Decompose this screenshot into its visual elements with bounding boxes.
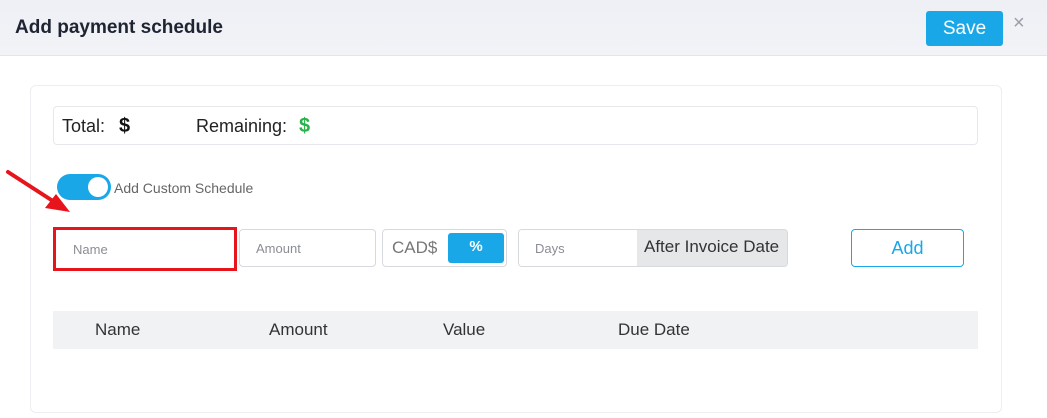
- name-input[interactable]: [56, 230, 234, 268]
- save-button[interactable]: Save: [926, 11, 1003, 46]
- close-icon[interactable]: ×: [1013, 13, 1029, 33]
- days-suffix-label: After Invoice Date: [637, 230, 787, 266]
- remaining-label: Remaining:: [196, 116, 288, 136]
- remaining-dollar-icon: $: [299, 115, 311, 137]
- modal-title: Add payment schedule: [15, 17, 223, 38]
- add-button[interactable]: Add: [851, 229, 964, 267]
- column-header-amount: Amount: [269, 320, 328, 339]
- days-input[interactable]: [519, 230, 637, 266]
- modal-header: Add payment schedule Save ×: [0, 0, 1047, 56]
- days-field-group: After Invoice Date: [518, 229, 788, 267]
- custom-schedule-label: Add Custom Schedule: [114, 180, 254, 196]
- total-dollar-icon: $: [119, 115, 131, 137]
- amount-unit-toggle: CAD$ %: [382, 229, 507, 267]
- column-header-due-date: Due Date: [618, 320, 690, 339]
- column-header-value: Value: [443, 320, 486, 339]
- toggle-knob: [88, 177, 108, 197]
- column-header-name: Name: [95, 320, 141, 339]
- total-label: Total:: [62, 116, 106, 136]
- schedule-table-header: Name Amount Value Due Date: [53, 311, 978, 349]
- amount-input[interactable]: [239, 229, 376, 267]
- totals-bar: Total: $ Remaining: $: [53, 106, 978, 145]
- unit-cad-option[interactable]: CAD$: [392, 238, 437, 258]
- arrow-icon: [6, 170, 70, 212]
- unit-percent-option[interactable]: %: [448, 233, 504, 263]
